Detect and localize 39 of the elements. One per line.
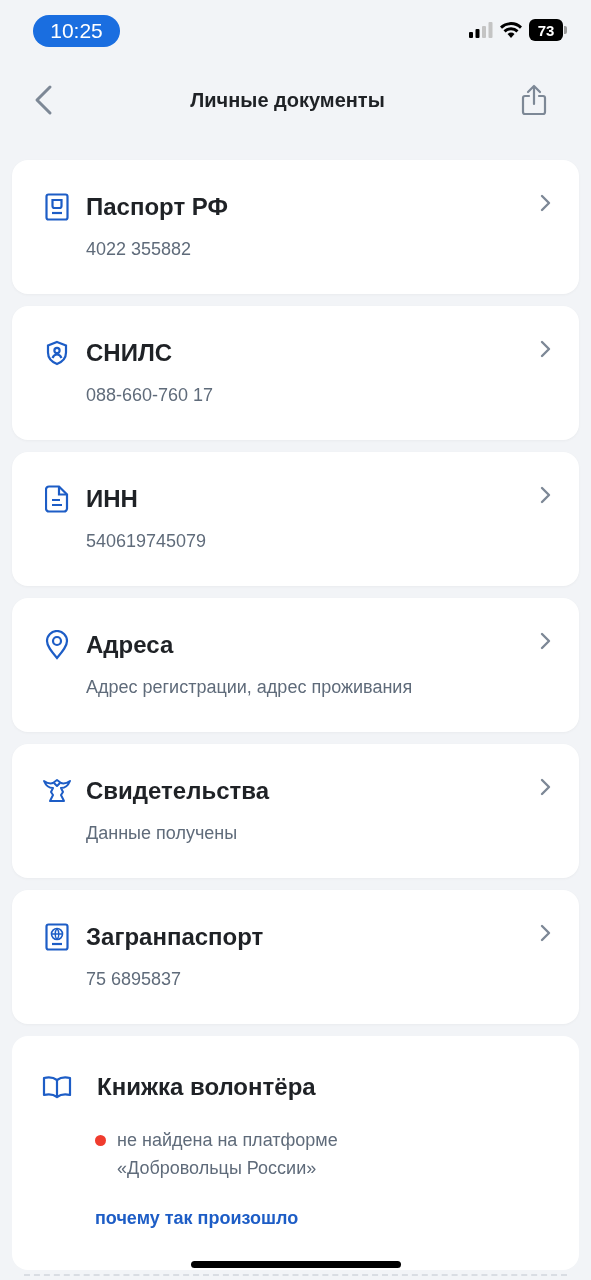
signal-icon <box>469 22 493 38</box>
document-card[interactable]: Свидетельства Данные получены <box>12 744 579 878</box>
document-number: Адрес регистрации, адрес проживания <box>86 676 414 698</box>
document-title: ИНН <box>86 484 139 514</box>
document-number: 088-660-760 17 <box>86 384 215 406</box>
document-icon <box>45 485 69 513</box>
document-card[interactable]: ИНН 540619745079 <box>12 452 579 586</box>
passport-globe-icon <box>45 923 69 951</box>
document-card[interactable]: Адреса Адрес регистрации, адрес проживания <box>12 598 579 732</box>
document-number: Данные получены <box>86 822 239 844</box>
card-title: Книжка волонтёра <box>97 1072 316 1102</box>
chevron-icon <box>539 778 551 796</box>
document-title: Адреса <box>86 630 175 660</box>
document-title: СНИЛС <box>86 338 174 368</box>
share-button[interactable] <box>521 84 547 116</box>
document-title: Паспорт РФ <box>86 192 230 222</box>
open-book-icon <box>42 1075 72 1099</box>
passport-icon <box>45 193 69 221</box>
chevron-icon <box>539 194 551 212</box>
document-title: Загранпаспорт <box>86 922 265 952</box>
status-text: не найдена на платформе «Добровольцы России» <box>117 1129 338 1180</box>
document-number: 75 6895837 <box>86 968 183 990</box>
document-title: Свидетельства <box>86 776 271 806</box>
document-card[interactable]: Паспорт РФ 4022 355882 <box>12 160 579 294</box>
location-pin-icon <box>45 630 69 660</box>
chevron-icon <box>539 486 551 504</box>
document-card[interactable]: Загранпаспорт 75 6895837 <box>12 890 579 1024</box>
document-number: 540619745079 <box>86 530 208 552</box>
bird-emblem-icon <box>42 778 72 804</box>
chevron-icon <box>539 340 551 358</box>
explanation-link[interactable]: почему так произошло <box>95 1208 299 1229</box>
clock: 10:25 <box>33 15 120 47</box>
shield-person-icon <box>44 340 70 366</box>
wifi-icon <box>500 22 522 38</box>
document-number: 4022 355882 <box>86 238 193 260</box>
document-card[interactable]: СНИЛС 088-660-760 17 <box>12 306 579 440</box>
page-title: Личные документы <box>190 88 385 112</box>
chevron-icon <box>539 924 551 942</box>
chevron-icon <box>539 632 551 650</box>
